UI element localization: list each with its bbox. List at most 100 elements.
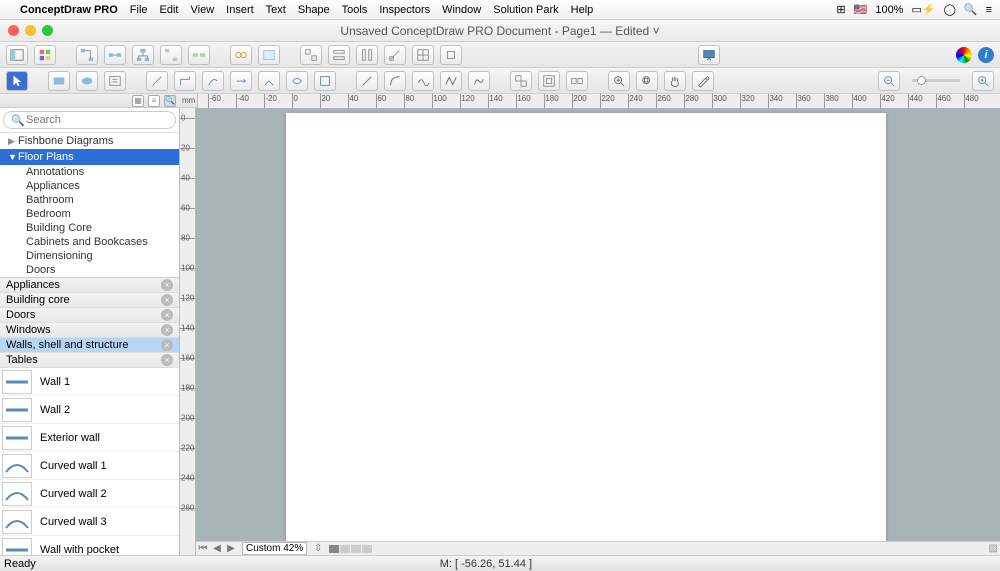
menu-shape[interactable]: Shape	[298, 4, 330, 16]
sidebar-item-doors[interactable]: Doors	[0, 263, 179, 277]
polyline-tool[interactable]	[440, 71, 462, 91]
category-windows[interactable]: Windows×	[0, 323, 179, 338]
align-tool-2[interactable]	[328, 45, 350, 65]
connector-tool-6[interactable]	[286, 71, 308, 91]
sidebar-item-building-core[interactable]: Building Core	[0, 221, 179, 235]
group-tool-1[interactable]	[510, 71, 532, 91]
info-button[interactable]: i	[978, 47, 994, 63]
category-doors[interactable]: Doors×	[0, 308, 179, 323]
curve-tool[interactable]	[412, 71, 434, 91]
zoom-out-button[interactable]	[878, 71, 900, 91]
align-tool-3[interactable]	[356, 45, 378, 65]
close-icon[interactable]: ×	[161, 339, 173, 351]
edit-tool[interactable]	[692, 71, 714, 91]
resize-grip-icon[interactable]: ▨	[989, 543, 1000, 554]
flowchart-tool-5[interactable]	[188, 45, 210, 65]
menu-window[interactable]: Window	[442, 4, 481, 16]
connector-tool-5[interactable]	[258, 71, 280, 91]
menu-solution-park[interactable]: Solution Park	[493, 4, 558, 16]
sidebar-item-appliances[interactable]: Appliances	[0, 179, 179, 193]
sidebar-item-annotations[interactable]: Annotations	[0, 165, 179, 179]
text-tool[interactable]	[104, 71, 126, 91]
color-squares-button[interactable]	[34, 45, 56, 65]
sidebar-item-dimensioning[interactable]: Dimensioning	[0, 249, 179, 263]
page-thumbnails[interactable]	[329, 545, 372, 553]
pointer-tool[interactable]	[6, 71, 28, 91]
notification-icon[interactable]: ≡	[986, 4, 992, 16]
flowchart-tool-4[interactable]	[160, 45, 182, 65]
panel-toggle-button[interactable]	[6, 45, 28, 65]
zoom-window-button[interactable]	[42, 25, 53, 36]
connector-tool-4[interactable]	[230, 71, 252, 91]
view-list-icon[interactable]: ≡	[148, 95, 160, 107]
arc-tool[interactable]	[384, 71, 406, 91]
zoom-in-button[interactable]	[972, 71, 994, 91]
zoom-slider[interactable]	[906, 79, 966, 82]
sidebar-item-cabinets[interactable]: Cabinets and Bookcases	[0, 235, 179, 249]
menu-edit[interactable]: Edit	[160, 4, 179, 16]
flowchart-tool-2[interactable]	[104, 45, 126, 65]
menu-help[interactable]: Help	[571, 4, 594, 16]
search-input[interactable]	[3, 111, 176, 129]
category-appliances[interactable]: Appliances×	[0, 278, 179, 293]
chain-tool[interactable]	[230, 45, 252, 65]
close-icon[interactable]: ×	[161, 354, 173, 366]
category-tables[interactable]: Tables×	[0, 353, 179, 368]
connector-tool-7[interactable]	[314, 71, 336, 91]
sidebar-item-bathroom[interactable]: Bathroom	[0, 193, 179, 207]
sys-circle-icon[interactable]: ◯	[944, 3, 956, 16]
menu-view[interactable]: View	[191, 4, 215, 16]
hand-tool[interactable]	[664, 71, 686, 91]
canvas[interactable]: ⏮ ◀ ▶ Custom 42% ⇳ ▨	[196, 108, 1000, 555]
grid-icon[interactable]: ⊞	[836, 3, 845, 16]
category-building-core[interactable]: Building core×	[0, 293, 179, 308]
zoom-fit-tool[interactable]	[636, 71, 658, 91]
view-grid-icon[interactable]: ▦	[132, 95, 144, 107]
zoom-display[interactable]: Custom 42%	[242, 542, 307, 555]
page-first-button[interactable]: ⏮	[196, 543, 210, 554]
category-walls-shell-and-structure[interactable]: Walls, shell and structure×	[0, 338, 179, 353]
close-icon[interactable]: ×	[161, 309, 173, 321]
menu-file[interactable]: File	[130, 4, 148, 16]
shape-wall-1[interactable]: Wall 1	[0, 368, 179, 396]
freehand-tool[interactable]	[468, 71, 490, 91]
color-wheel-button[interactable]	[956, 47, 972, 63]
search-sys-icon[interactable]: 🔍	[964, 3, 978, 16]
align-tool-1[interactable]	[300, 45, 322, 65]
shape-curved-wall-2[interactable]: Curved wall 2	[0, 480, 179, 508]
close-icon[interactable]: ×	[161, 279, 173, 291]
shape-exterior-wall[interactable]: Exterior wall	[0, 424, 179, 452]
app-name[interactable]: ConceptDraw PRO	[20, 4, 118, 16]
close-icon[interactable]: ×	[161, 324, 173, 336]
group-tool-2[interactable]	[538, 71, 560, 91]
page[interactable]	[286, 113, 886, 543]
page-prev-button[interactable]: ◀	[210, 543, 224, 554]
sidebar-item-floor-plans[interactable]: ▼Floor Plans	[0, 149, 179, 165]
sidebar-item-bedroom[interactable]: Bedroom	[0, 207, 179, 221]
connector-tool-3[interactable]	[202, 71, 224, 91]
group-tool-3[interactable]	[566, 71, 588, 91]
close-window-button[interactable]	[8, 25, 19, 36]
view-zoom-icon[interactable]: 🔍	[164, 95, 176, 107]
menu-inspectors[interactable]: Inspectors	[379, 4, 430, 16]
vertical-ruler[interactable]: 020406080100120140160180200220240260	[180, 108, 196, 555]
connector-tool-2[interactable]	[174, 71, 196, 91]
align-tool-4[interactable]	[384, 45, 406, 65]
flowchart-tool-1[interactable]	[76, 45, 98, 65]
line-tool[interactable]	[356, 71, 378, 91]
ellipse-tool[interactable]	[76, 71, 98, 91]
shape-curved-wall-1[interactable]: Curved wall 1	[0, 452, 179, 480]
flag-icon[interactable]: 🇺🇸	[854, 3, 868, 16]
menu-tools[interactable]: Tools	[342, 4, 368, 16]
presentation-button[interactable]	[698, 45, 720, 65]
align-tool-6[interactable]	[440, 45, 462, 65]
shape-curved-wall-3[interactable]: Curved wall 3	[0, 508, 179, 536]
minimize-window-button[interactable]	[25, 25, 36, 36]
connector-tool-1[interactable]	[146, 71, 168, 91]
shape-wall-with-pocket[interactable]: Wall with pocket	[0, 536, 179, 555]
map-tool[interactable]	[258, 45, 280, 65]
rect-tool[interactable]	[48, 71, 70, 91]
zoom-in-tool[interactable]	[608, 71, 630, 91]
page-next-button[interactable]: ▶	[224, 543, 238, 554]
sidebar-item-fishbone[interactable]: ▶Fishbone Diagrams	[0, 133, 179, 149]
